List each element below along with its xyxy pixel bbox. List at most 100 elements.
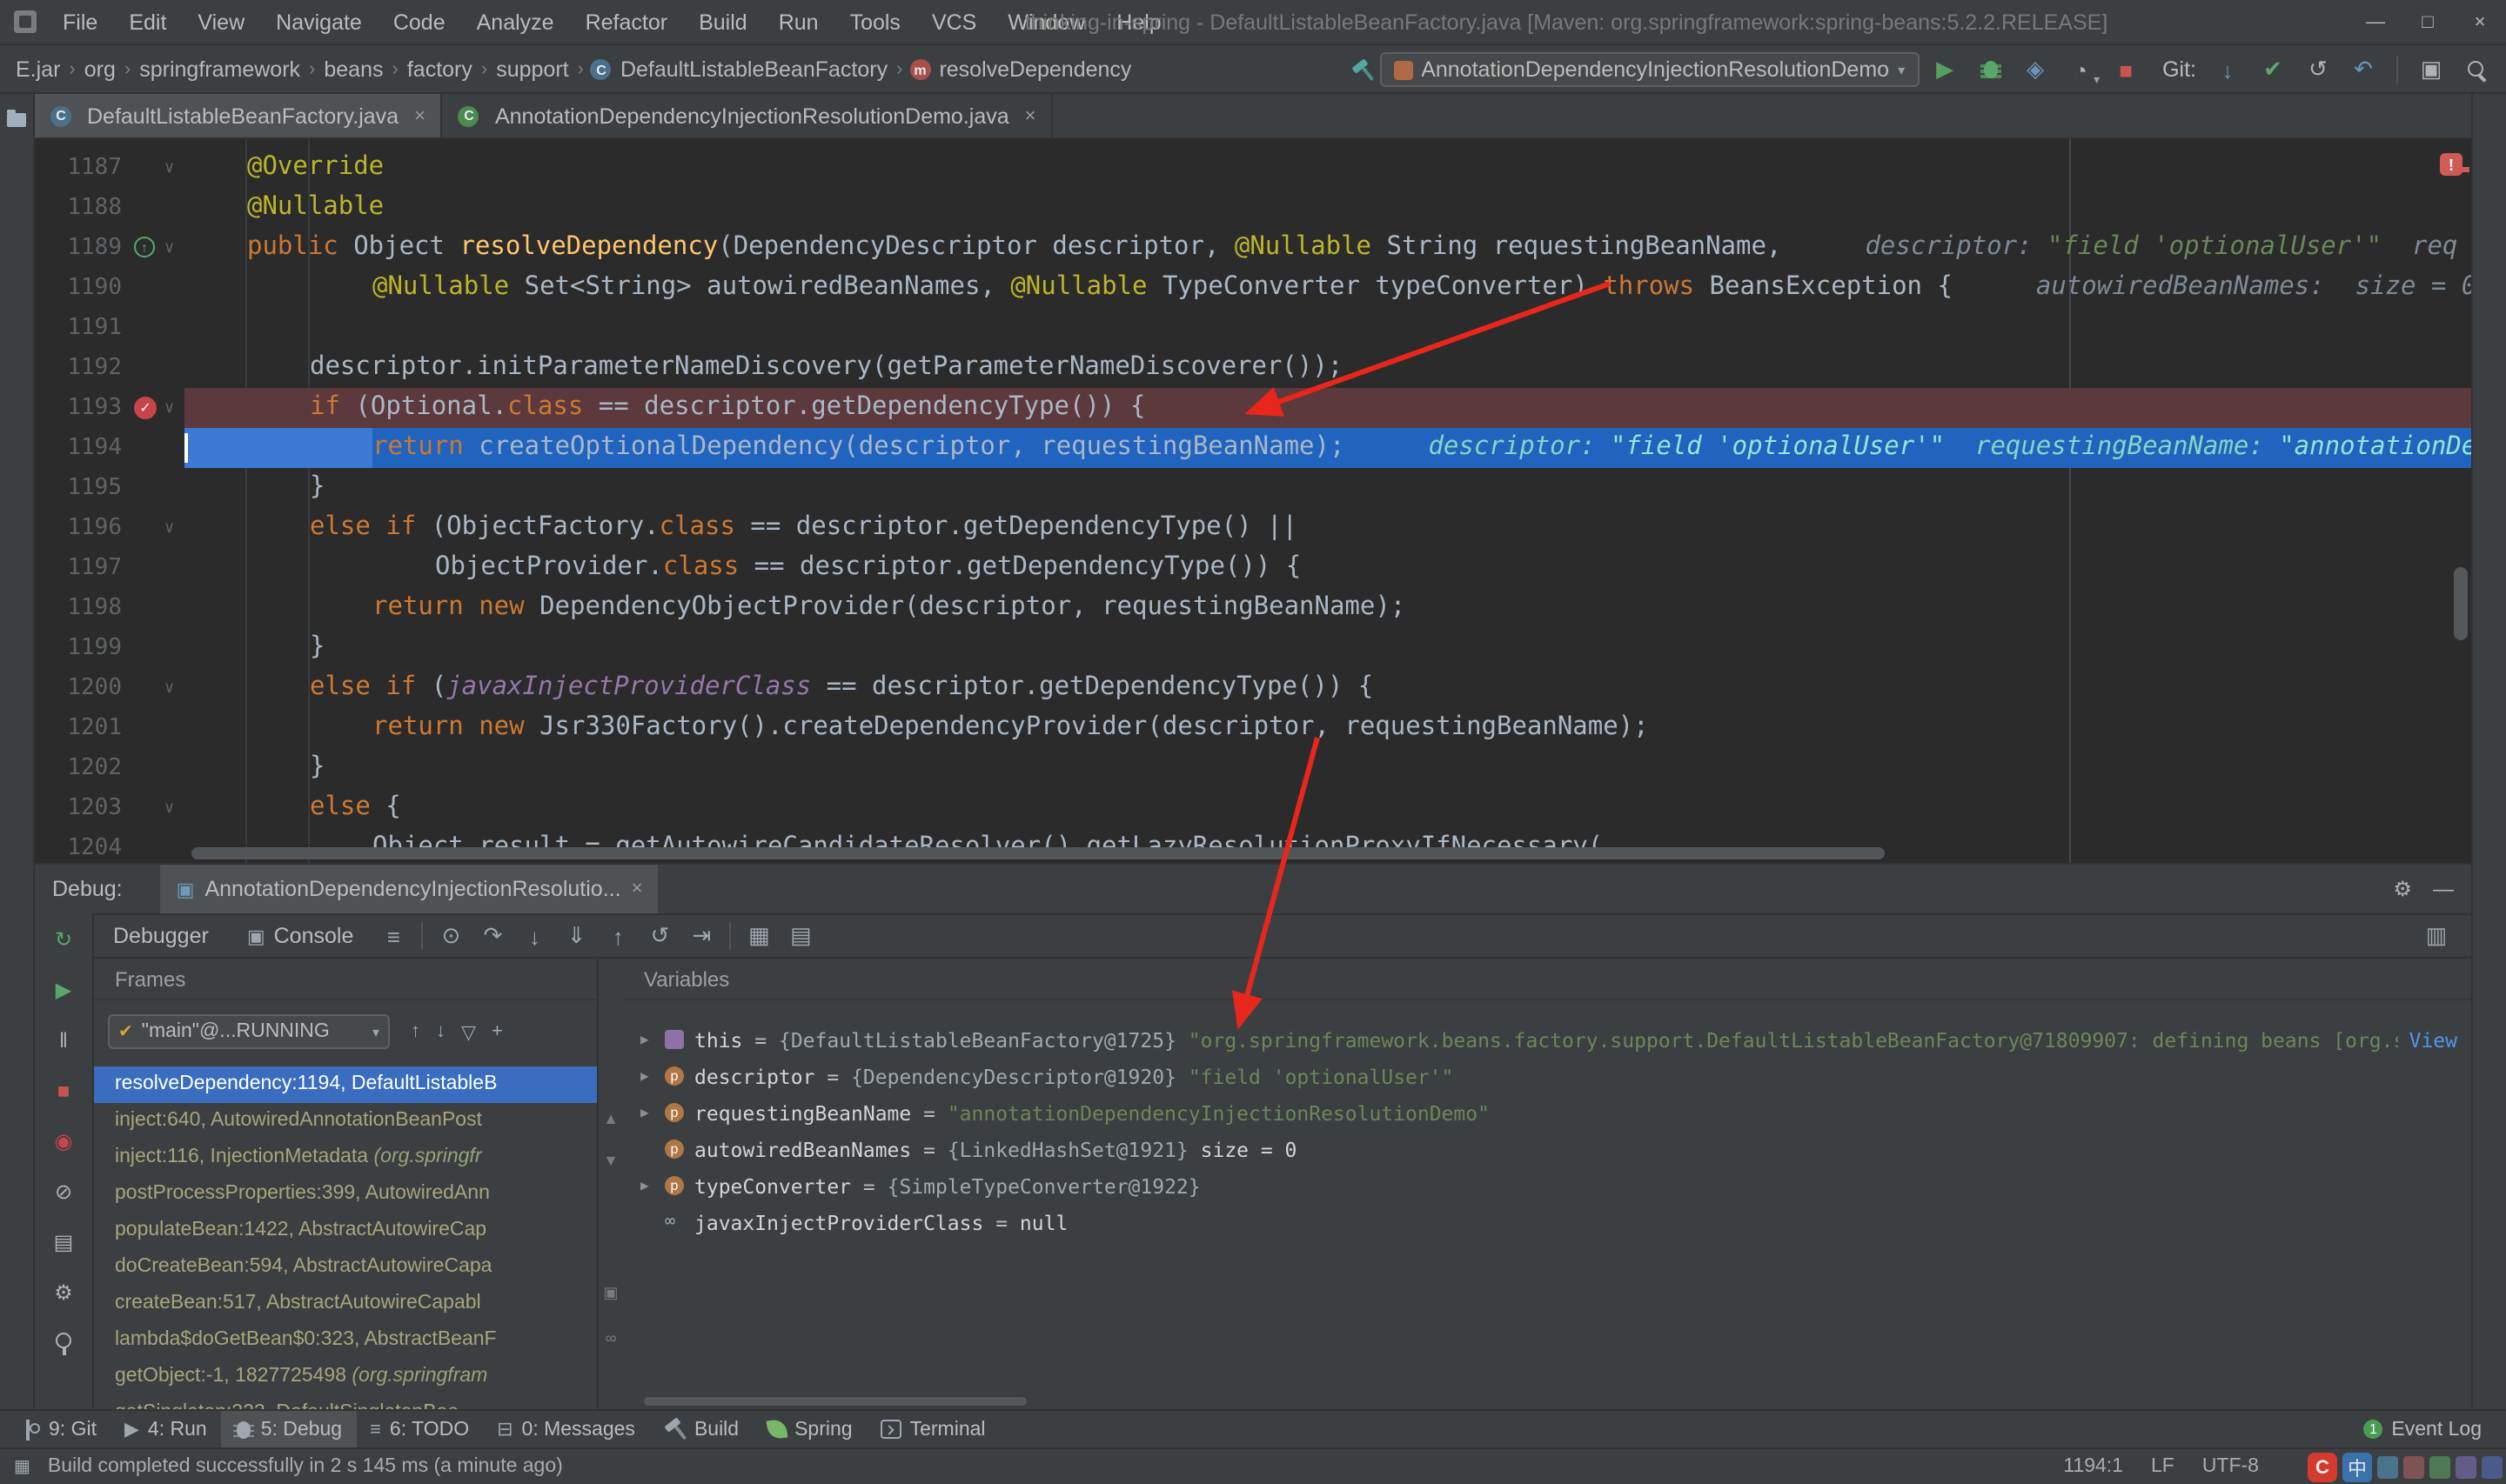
view-link[interactable]: View bbox=[2409, 1027, 2457, 1052]
thread-dump-button[interactable]: ▤ bbox=[46, 1225, 81, 1260]
scroll-down-icon[interactable]: ▼ bbox=[600, 1150, 621, 1171]
code-text[interactable]: @Override bbox=[184, 148, 2471, 188]
breadcrumb-item-springframework[interactable]: springframework bbox=[137, 57, 302, 82]
code-text[interactable]: } bbox=[184, 748, 2471, 788]
settings-icon[interactable]: ⚙ bbox=[2393, 877, 2412, 901]
menu-file[interactable]: File bbox=[47, 0, 113, 43]
view-breakpoints-button[interactable]: ◉ bbox=[46, 1124, 81, 1159]
frame-row[interactable]: getSingleton:222, DefaultSingletonBea bbox=[94, 1395, 597, 1409]
build-hammer-icon[interactable] bbox=[1350, 58, 1372, 81]
variable-row[interactable]: ▶ p requestingBeanName = "annotationDepend… bbox=[623, 1094, 2471, 1131]
evaluate-expression-icon[interactable]: ▦ bbox=[738, 917, 780, 955]
toolwindow-button-commit[interactable]: Commit bbox=[6, 176, 27, 204]
toolwindow-button-0-messages[interactable]: ⊟ 0: Messages bbox=[483, 1411, 649, 1447]
toolwindow-button-1-project[interactable]: 1: Project bbox=[6, 94, 27, 148]
pin-button[interactable] bbox=[46, 1326, 81, 1360]
layout-button[interactable]: ▣ bbox=[2412, 50, 2450, 89]
profiler-button[interactable]: ◔ ▾ bbox=[2061, 50, 2100, 89]
toolwindow-button-7-structure[interactable]: 7: Structure bbox=[6, 148, 27, 176]
ide-error-indicator-icon[interactable]: ! bbox=[2440, 153, 2462, 176]
maximize-button[interactable]: □ bbox=[2402, 0, 2454, 45]
frame-row[interactable]: resolveDependency:1194, DefaultListableB bbox=[94, 1066, 597, 1103]
code-text[interactable]: return new DependencyObjectProvider(desc… bbox=[184, 588, 2471, 628]
frame-row[interactable]: createBean:517, AbstractAutowireCapabl bbox=[94, 1286, 597, 1322]
minimize-button[interactable]: — bbox=[2349, 0, 2402, 45]
code-text[interactable]: ObjectProvider. class == descriptor.getDe… bbox=[184, 548, 2471, 588]
close-icon[interactable]: × bbox=[1025, 105, 1036, 126]
code-text[interactable]: @Nullable Set<String> autowiredBeanNames… bbox=[184, 268, 2471, 308]
debug-session-tab[interactable]: ▣ AnnotationDependencyInjectionResolutio… bbox=[160, 865, 659, 913]
frame-row[interactable]: postProcessProperties:399, AutowiredAnn bbox=[94, 1176, 597, 1213]
step-out-icon[interactable]: ↑ bbox=[597, 917, 639, 955]
encoding-widget[interactable]: UTF-8 bbox=[2202, 1456, 2259, 1477]
drop-frame-icon[interactable]: ↺ bbox=[639, 917, 680, 955]
code-text[interactable]: else if (ObjectFactory. class == descript… bbox=[184, 508, 2471, 548]
code-text[interactable]: else if (javaxInjectProviderClass == des… bbox=[184, 668, 2471, 708]
resume-button[interactable]: ▶ bbox=[46, 973, 81, 1007]
code-text[interactable]: public Object resolveDependency (Dependen… bbox=[184, 228, 2471, 268]
run-button[interactable]: ▶ bbox=[1926, 50, 1964, 89]
previous-frame-icon[interactable]: ↑ bbox=[411, 1020, 420, 1043]
fold-arrow-icon[interactable]: ∨ bbox=[164, 668, 175, 708]
add-icon[interactable]: + bbox=[492, 1020, 503, 1043]
update-project-button[interactable]: ↓ bbox=[2208, 50, 2247, 89]
overrides-method-icon[interactable]: ↑ bbox=[134, 237, 155, 257]
event-log-button[interactable]: 1 Event Log bbox=[2349, 1411, 2496, 1447]
breadcrumb-item-beans[interactable]: beans bbox=[322, 57, 385, 82]
toolwindow-button-build[interactable]: Build bbox=[649, 1411, 753, 1447]
variable-row[interactable]: ∞ javaxInjectProviderClass = null bbox=[623, 1204, 2471, 1240]
toolwindow-button-database[interactable]: Database bbox=[2479, 150, 2500, 177]
run-to-cursor-icon[interactable]: ⇥ bbox=[680, 917, 722, 955]
copy-stack-icon[interactable]: ▣ bbox=[600, 1282, 621, 1303]
step-over-icon[interactable]: ↷ bbox=[472, 917, 513, 955]
run-configuration-select[interactable]: AnnotationDependencyInjectionResolutionD… bbox=[1379, 52, 1920, 87]
expander-icon[interactable]: ▶ bbox=[640, 1105, 665, 1120]
rerun-button[interactable]: ↻ bbox=[46, 922, 81, 957]
breadcrumb-item-resolvedependency[interactable]: m resolveDependency bbox=[909, 57, 1133, 82]
rollback-button[interactable]: ↶ bbox=[2344, 50, 2382, 89]
frame-row[interactable]: inject:640, AutowiredAnnotationBeanPost bbox=[94, 1103, 597, 1140]
hide-icon[interactable]: — bbox=[2433, 877, 2454, 901]
breadcrumb-item-defaultlistablebeanfactory[interactable]: C DefaultListableBeanFactory bbox=[590, 57, 889, 82]
step-into-icon[interactable]: ↓ bbox=[513, 917, 555, 955]
debugger-tab-console[interactable]: ▣ Console bbox=[228, 915, 373, 957]
fold-arrow-icon[interactable]: ∨ bbox=[164, 388, 175, 428]
code-text[interactable]: if (Optional. class == descriptor.getDepe… bbox=[184, 388, 2471, 428]
menu-code[interactable]: Code bbox=[378, 0, 461, 43]
frame-row[interactable]: doCreateBean:594, AbstractAutowireCapa bbox=[94, 1249, 597, 1286]
search-everywhere-button[interactable] bbox=[2457, 50, 2496, 89]
frame-row[interactable]: lambda$doGetBean$0:323, AbstractBeanF bbox=[94, 1322, 597, 1359]
mute-breakpoints-button[interactable]: ⊘ bbox=[46, 1174, 81, 1209]
toolwindow-button-6-todo[interactable]: ≡ 6: TODO bbox=[356, 1411, 483, 1447]
fold-arrow-icon[interactable]: ∨ bbox=[164, 788, 175, 828]
editor-tab-defaultlistablebeanfactory-java[interactable]: C DefaultListableBeanFactory.java × bbox=[35, 94, 443, 137]
settings-button[interactable]: ⚙ bbox=[46, 1275, 81, 1310]
fold-arrow-icon[interactable]: ∨ bbox=[164, 508, 175, 548]
toolwindow-button-4-run[interactable]: ▶ 4: Run bbox=[111, 1411, 221, 1447]
show-execution-point-icon[interactable]: ⊙ bbox=[430, 917, 472, 955]
commit-button[interactable]: ✔ bbox=[2254, 50, 2292, 89]
code-text[interactable]: else { bbox=[184, 788, 2471, 828]
breadcrumb-item-support[interactable]: support bbox=[494, 57, 570, 82]
scrollbar-thumb[interactable] bbox=[2454, 567, 2468, 640]
menu-analyze[interactable]: Analyze bbox=[461, 0, 570, 43]
watch-last-values-icon[interactable]: ∞ bbox=[600, 1327, 621, 1348]
breadcrumb-item-factory[interactable]: factory bbox=[405, 57, 474, 82]
toolwindow-toggle-icon[interactable]: ▦ bbox=[14, 1457, 30, 1476]
fold-arrow-icon[interactable]: ∨ bbox=[164, 148, 175, 188]
breadcrumb-item-org[interactable]: org bbox=[83, 57, 117, 82]
code-text[interactable]: } bbox=[184, 628, 2471, 668]
frame-row[interactable]: getObject:-1, 1827725498 (org.springfram bbox=[94, 1359, 597, 1395]
code-text[interactable]: @Nullable bbox=[184, 188, 2471, 228]
frame-row[interactable]: inject:116, InjectionMetadata (org.sprin… bbox=[94, 1140, 597, 1176]
thread-selector[interactable]: ✔ "main"@...RUNNING ▾ bbox=[108, 1014, 390, 1049]
menu-refactor[interactable]: Refactor bbox=[570, 0, 684, 43]
history-button[interactable]: ↺ bbox=[2299, 50, 2337, 89]
filter-frames-icon[interactable]: ▽ bbox=[461, 1020, 476, 1043]
scrollbar-thumb[interactable] bbox=[191, 847, 1885, 859]
close-button[interactable]: × bbox=[2454, 0, 2506, 45]
toolwindow-button-9-git[interactable]: 9: Git bbox=[10, 1411, 111, 1447]
toolwindow-button-terminal[interactable]: Terminal bbox=[867, 1411, 1000, 1447]
debug-button[interactable] bbox=[1971, 50, 2009, 89]
toolwindow-button-spring[interactable]: Spring bbox=[753, 1411, 867, 1447]
